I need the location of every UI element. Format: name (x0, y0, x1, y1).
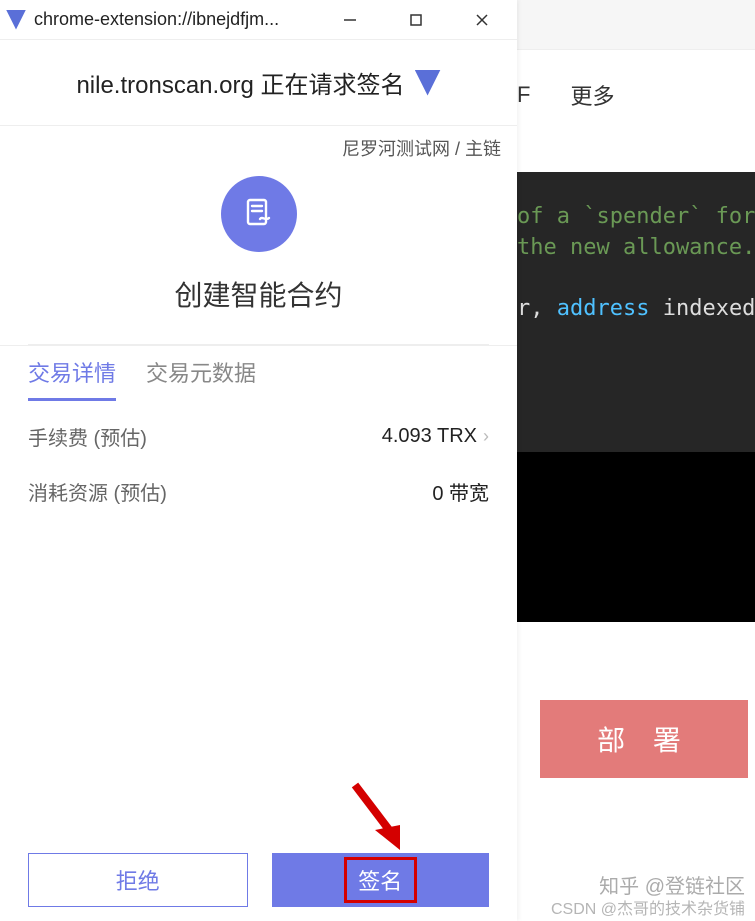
bg-nav-item[interactable]: 更多 (570, 79, 614, 111)
tab-metadata[interactable]: 交易元数据 (146, 356, 256, 398)
request-origin-text: nile.tronscan.org 正在请求签名 (76, 65, 404, 100)
watermark-csdn: CSDN @杰哥的技术杂货铺 (551, 895, 745, 919)
bg-console (517, 452, 755, 622)
tab-details[interactable]: 交易详情 (28, 356, 116, 398)
action-title: 创建智能合约 (174, 274, 342, 314)
window-controls (317, 0, 517, 40)
maximize-button[interactable] (383, 0, 449, 40)
request-header: nile.tronscan.org 正在请求签名 (0, 40, 517, 126)
bg-nav: F 更多 (517, 70, 755, 120)
bg-topbar (517, 0, 755, 50)
window-url: chrome-extension://ibnejdfjm... (34, 9, 317, 30)
fee-value: 4.093 TRX › (382, 425, 489, 448)
network-label: 尼罗河测试网 / 主链 (342, 135, 501, 161)
fee-row[interactable]: 手续费 (预估) 4.093 TRX › (28, 422, 489, 451)
fee-label: 手续费 (预估) (28, 422, 147, 451)
contract-icon (221, 176, 297, 252)
reject-button[interactable]: 拒绝 (28, 853, 248, 907)
sign-button[interactable]: 签名 (272, 853, 490, 907)
action-block: 创建智能合约 (0, 166, 517, 344)
sign-button-label: 签名 (358, 864, 402, 896)
window-titlebar: chrome-extension://ibnejdfjm... (0, 0, 517, 40)
tronlink-icon (6, 10, 26, 30)
tabs: 交易详情 交易元数据 (0, 345, 517, 398)
close-button[interactable] (449, 0, 515, 40)
extension-popup: chrome-extension://ibnejdfjm... nile.tro… (0, 0, 517, 921)
resource-label: 消耗资源 (预估) (28, 477, 167, 506)
network-row: 尼罗河测试网 / 主链 (0, 126, 517, 166)
bg-code-block: of a `spender` for an the new allowance.… (517, 172, 755, 452)
details-list: 手续费 (预估) 4.093 TRX › 消耗资源 (预估) 0 带宽 (0, 398, 517, 506)
resource-value: 0 带宽 (432, 477, 489, 506)
bg-nav-item[interactable]: F (517, 82, 530, 108)
minimize-button[interactable] (317, 0, 383, 40)
deploy-button[interactable]: 部 署 (540, 700, 748, 778)
resource-row: 消耗资源 (预估) 0 带宽 (28, 477, 489, 506)
chevron-right-icon: › (483, 426, 489, 447)
footer-actions: 拒绝 签名 (0, 853, 517, 921)
tronlink-logo-icon (415, 70, 441, 96)
